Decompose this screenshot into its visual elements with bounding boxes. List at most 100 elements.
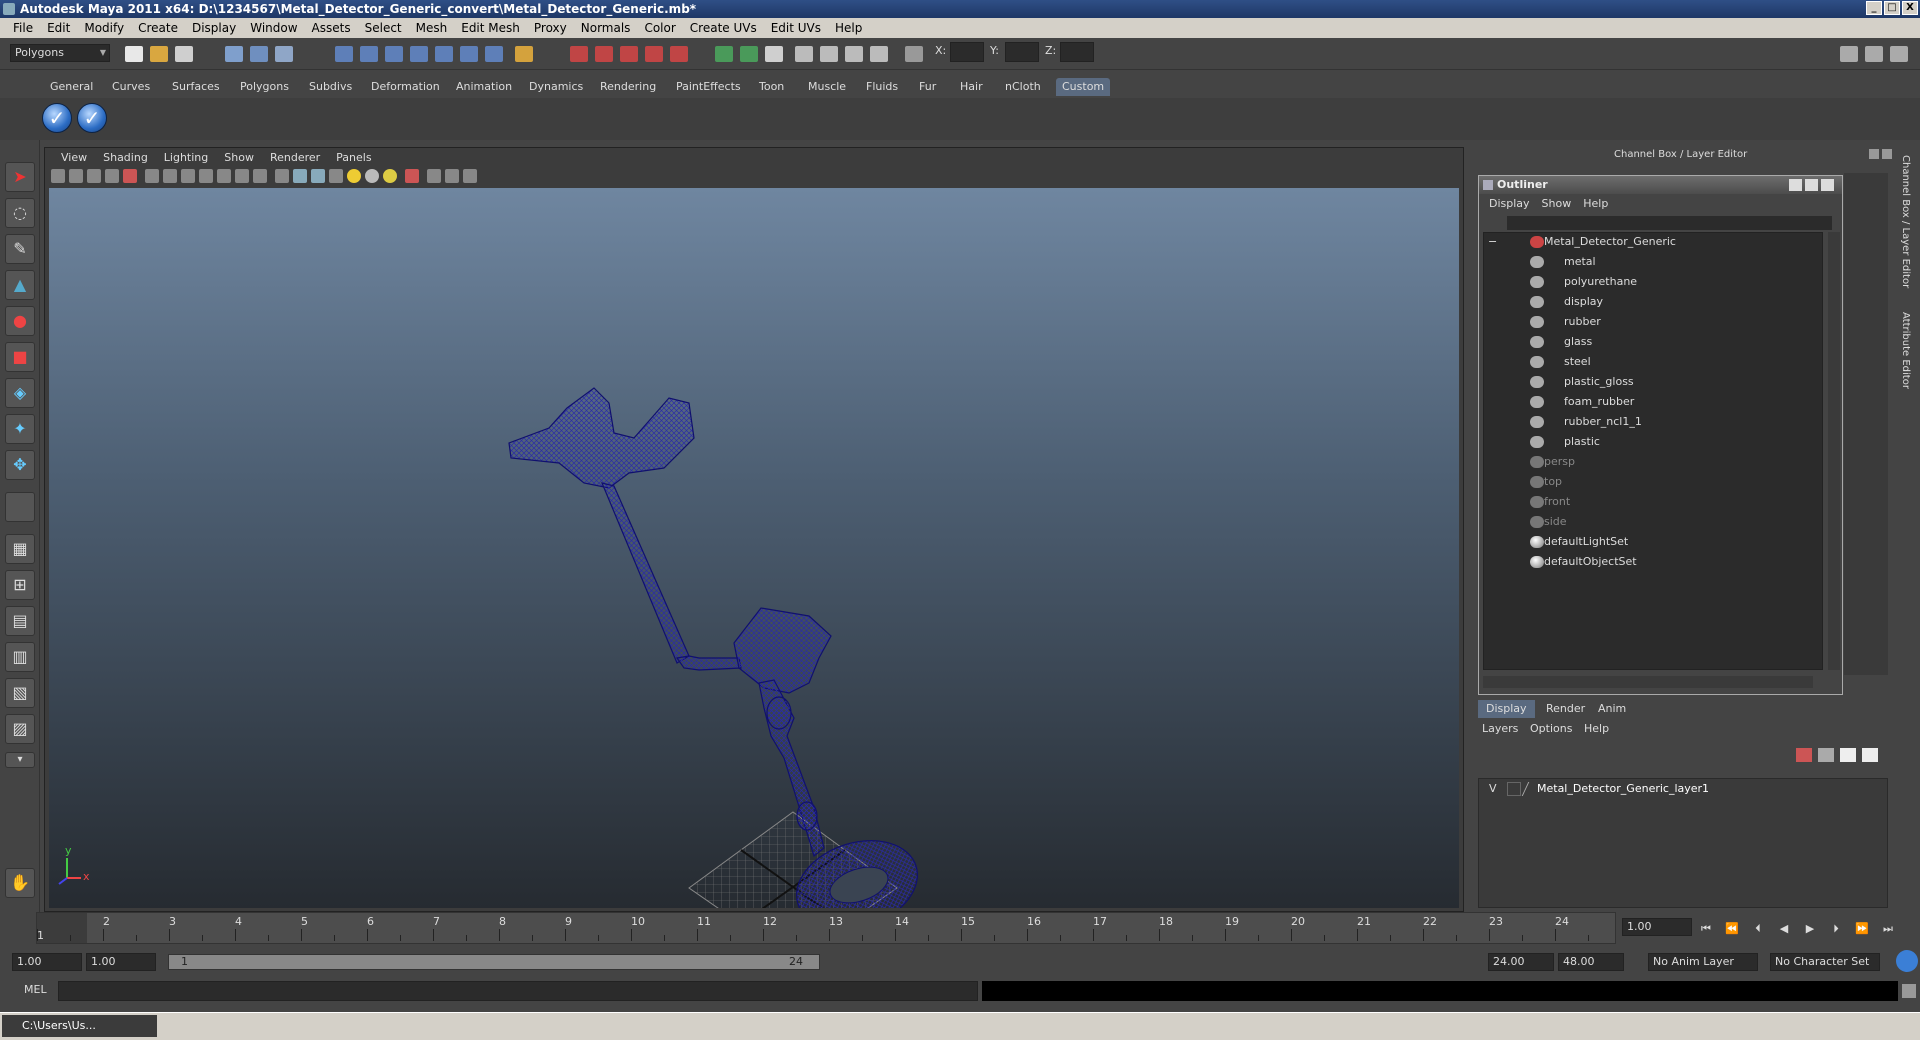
make-live-icon[interactable] xyxy=(435,46,453,62)
new-empty-layer-icon[interactable] xyxy=(1840,748,1856,762)
channel-box-toggle-icon[interactable] xyxy=(1865,46,1883,62)
image-plane-icon[interactable] xyxy=(105,169,119,183)
select-tool-icon[interactable]: ➤ xyxy=(5,162,35,192)
character-set-dropdown[interactable]: No Character Set xyxy=(1770,953,1880,971)
taskbar-item-terminal[interactable]: C:\Users\Us... xyxy=(2,1015,157,1037)
show-tool-settings-icon[interactable] xyxy=(820,46,838,62)
toolbox-expand-icon[interactable]: ▾ xyxy=(5,752,35,768)
menu-edit-uvs[interactable]: Edit UVs xyxy=(764,21,828,35)
step-back-frame-icon[interactable]: ⏪ xyxy=(1724,922,1740,936)
shelf-tab-dynamics[interactable]: Dynamics xyxy=(523,78,589,96)
outliner-item-side[interactable]: side xyxy=(1544,513,1567,531)
range-bar[interactable]: 1 24 xyxy=(168,954,820,970)
move-tool-icon[interactable]: ▲ xyxy=(5,270,35,300)
layer-menu-layers[interactable]: Layers xyxy=(1482,722,1518,735)
select-object-icon[interactable] xyxy=(250,46,268,62)
start-time-field[interactable]: 1.00 xyxy=(12,953,82,971)
persp-graph-layout-icon[interactable]: ▥ xyxy=(5,642,35,672)
outliner-item-polyurethane[interactable]: polyurethane xyxy=(1564,273,1637,291)
snap-view-plane-icon[interactable] xyxy=(410,46,428,62)
render-settings-icon[interactable] xyxy=(620,46,638,62)
step-forward-key-icon[interactable]: ⏵ xyxy=(1828,922,1844,936)
command-language-label[interactable]: MEL xyxy=(24,983,47,996)
outliner-item-default-object-set[interactable]: defaultObjectSet xyxy=(1544,553,1637,571)
smooth-shade-icon[interactable] xyxy=(293,169,307,183)
resolution-gate-icon[interactable] xyxy=(181,169,195,183)
shelf-tab-muscle[interactable]: Muscle xyxy=(802,78,852,96)
outliner-menu-display[interactable]: Display xyxy=(1483,197,1536,210)
shelf-tab-rendering[interactable]: Rendering xyxy=(594,78,662,96)
time-slider-track[interactable]: 1 2 3 4 5 6 7 8 9 10 11 12 13 14 15 16 1… xyxy=(36,912,1616,944)
safe-title-icon[interactable] xyxy=(253,169,267,183)
persp-outliner-layout-icon[interactable]: ▤ xyxy=(5,606,35,636)
outliner-item-plastic[interactable]: plastic xyxy=(1564,433,1600,451)
outliner-item-top[interactable]: top xyxy=(1544,473,1562,491)
show-manipulator-icon[interactable]: ✥ xyxy=(5,450,35,480)
minimize-button[interactable]: _ xyxy=(1866,1,1882,15)
side-tab-attribute-editor[interactable]: Attribute Editor xyxy=(1900,312,1911,389)
current-frame-marker[interactable] xyxy=(37,913,87,943)
xray-icon[interactable] xyxy=(405,169,419,183)
menu-color[interactable]: Color xyxy=(637,21,682,35)
layer-visibility-toggle[interactable]: V xyxy=(1489,782,1497,795)
playback-start-field[interactable]: 1.00 xyxy=(86,953,156,971)
end-time-field[interactable]: 48.00 xyxy=(1558,953,1624,971)
hypershade-icon[interactable] xyxy=(645,46,663,62)
wireframe-icon[interactable] xyxy=(275,169,289,183)
outliner-item-foam-rubber[interactable]: foam_rubber xyxy=(1564,393,1634,411)
outliner-item-rubber[interactable]: rubber xyxy=(1564,313,1601,331)
camera-select-icon[interactable] xyxy=(51,169,65,183)
go-to-end-icon[interactable]: ⏭ xyxy=(1880,922,1896,936)
menu-modify[interactable]: Modify xyxy=(77,21,131,35)
outliner-item-persp[interactable]: persp xyxy=(1544,453,1575,471)
history-icon[interactable] xyxy=(460,46,478,62)
transform-input-icon[interactable] xyxy=(905,46,923,62)
xray-joints-icon[interactable] xyxy=(445,169,459,183)
outliner-item-root[interactable]: Metal_Detector_Generic xyxy=(1544,233,1676,251)
custom-check-icon-2[interactable]: ✓ xyxy=(77,103,107,133)
outliner-item-steel[interactable]: steel xyxy=(1564,353,1591,371)
shelf-tab-surfaces[interactable]: Surfaces xyxy=(166,78,226,96)
layer-tab-display[interactable]: Display xyxy=(1478,700,1535,718)
shelf-tab-ncloth[interactable]: nCloth xyxy=(999,78,1047,96)
menu-edit[interactable]: Edit xyxy=(40,21,77,35)
viewport-menu-view[interactable]: View xyxy=(53,151,95,164)
selection-mode-icon[interactable] xyxy=(740,46,758,62)
menu-create[interactable]: Create xyxy=(131,21,185,35)
command-input[interactable] xyxy=(58,981,978,1001)
outliner-filter-input[interactable] xyxy=(1507,216,1832,230)
outliner-horizontal-scrollbar[interactable] xyxy=(1483,676,1813,688)
camera-attributes-icon[interactable] xyxy=(69,169,83,183)
paint-select-tool-icon[interactable]: ✎ xyxy=(5,234,35,264)
layer-tab-render[interactable]: Render xyxy=(1538,700,1593,718)
rotate-tool-icon[interactable]: ● xyxy=(5,306,35,336)
auto-key-icon[interactable] xyxy=(1896,950,1918,972)
outliner-menu-help[interactable]: Help xyxy=(1577,197,1614,210)
show-layer-editor-icon[interactable] xyxy=(870,46,888,62)
play-forwards-icon[interactable]: ▶ xyxy=(1802,922,1818,936)
shadows-icon[interactable] xyxy=(383,169,397,183)
menu-proxy[interactable]: Proxy xyxy=(527,21,574,35)
textured-icon[interactable] xyxy=(329,169,343,183)
shelf-tab-general[interactable]: General xyxy=(44,78,99,96)
single-perspective-layout-icon[interactable]: ▦ xyxy=(5,534,35,564)
wireframe-on-shaded-icon[interactable] xyxy=(311,169,325,183)
outliner-close-button[interactable] xyxy=(1821,179,1834,191)
high-quality-icon[interactable] xyxy=(463,169,477,183)
snap-curve-icon[interactable] xyxy=(360,46,378,62)
lock-icon[interactable] xyxy=(515,46,533,62)
menu-select[interactable]: Select xyxy=(358,21,409,35)
play-backwards-icon[interactable]: ◀ xyxy=(1776,922,1792,936)
layer-name[interactable]: Metal_Detector_Generic_layer1 xyxy=(1537,782,1709,795)
shelf-tab-polygons[interactable]: Polygons xyxy=(234,78,295,96)
menu-window[interactable]: Window xyxy=(243,21,304,35)
hypershade-persp-layout-icon[interactable]: ▧ xyxy=(5,678,35,708)
ipr-render-icon[interactable] xyxy=(595,46,613,62)
shelf-tab-subdivs[interactable]: Subdivs xyxy=(303,78,358,96)
outliner-item-metal[interactable]: metal xyxy=(1564,253,1596,271)
shelf-tab-fur[interactable]: Fur xyxy=(913,78,942,96)
collapse-toggle[interactable]: − xyxy=(1488,233,1497,251)
isolate-select-icon[interactable] xyxy=(427,169,441,183)
safe-action-icon[interactable] xyxy=(235,169,249,183)
menu-assets[interactable]: Assets xyxy=(305,21,358,35)
